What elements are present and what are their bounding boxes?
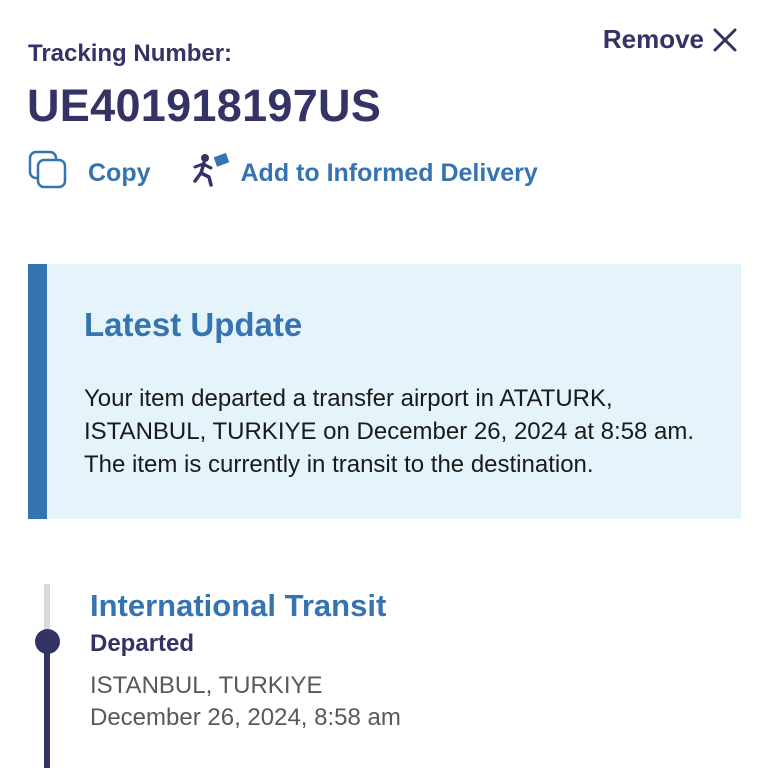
remove-label: Remove (602, 24, 704, 54)
tracking-number-label: Tracking Number: (28, 40, 233, 67)
remove-button[interactable]: Remove (603, 24, 738, 55)
add-to-informed-delivery-button[interactable]: Add to Informed Delivery (191, 151, 538, 196)
latest-update-title: Latest Update (84, 306, 303, 343)
informed-delivery-icon (191, 151, 231, 196)
tracking-actions: Copy Add to Informed Delivery (28, 150, 538, 197)
event-status: Departed (90, 630, 195, 657)
event-title: International Transit (90, 588, 387, 623)
informed-delivery-label: Add to Informed Delivery (240, 159, 538, 187)
timeline-track-completed (44, 640, 50, 768)
latest-update-text: Your item departed a transfer airport in… (84, 385, 695, 478)
copy-label: Copy (88, 159, 151, 187)
copy-icon (28, 150, 68, 197)
timeline-dot (35, 629, 60, 654)
event-location: ISTANBUL, TURKIYE (90, 672, 323, 699)
tracking-number: UE401918197US (27, 80, 382, 131)
copy-button[interactable]: Copy (28, 150, 151, 197)
latest-update-panel: Latest Update Your item departed a trans… (28, 264, 741, 519)
tracking-page: Tracking Number: Remove UE401918197US Co… (0, 0, 768, 768)
close-icon (712, 27, 738, 53)
event-date: December 26, 2024, 8:58 am (90, 704, 401, 731)
